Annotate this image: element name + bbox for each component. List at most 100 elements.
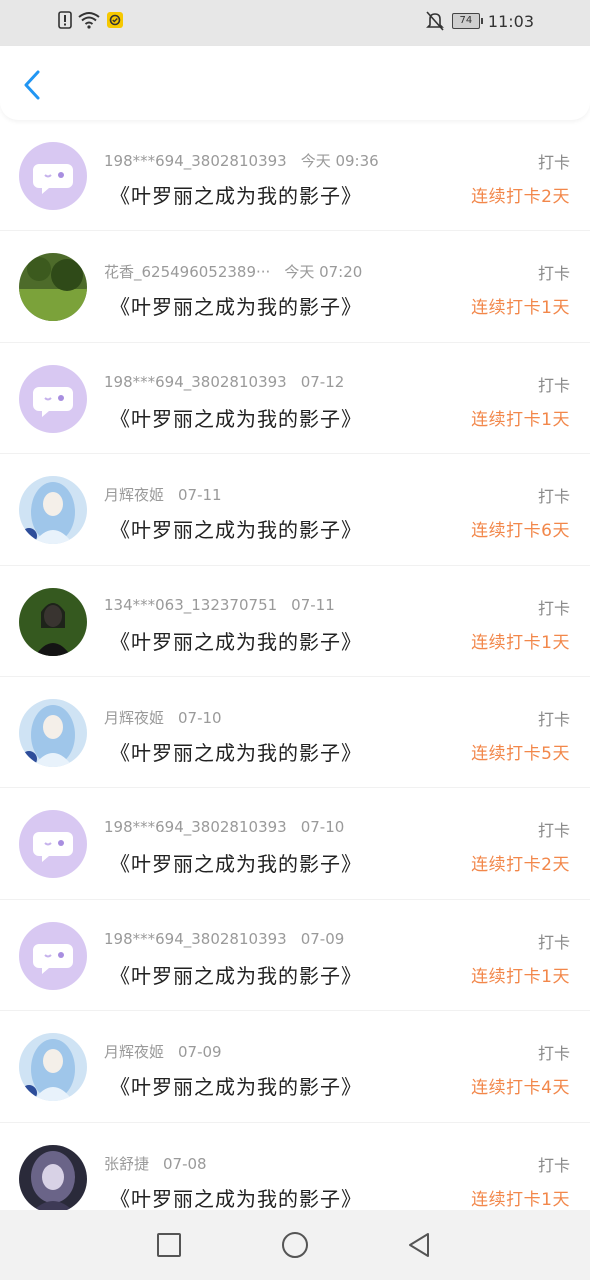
book-title: 《叶罗丽之成为我的影子》 xyxy=(110,184,362,208)
user-name: 花香_625496052389··· xyxy=(104,263,271,282)
user-name: 月辉夜姬 xyxy=(104,1043,165,1062)
avatar[interactable] xyxy=(19,476,87,545)
alert-icon xyxy=(58,11,72,29)
avatar[interactable] xyxy=(19,253,87,322)
checkin-list: 198***694_3802810393 今天 09:36 《叶罗丽之成为我的影子》… xyxy=(0,120,590,1234)
checkin-tag: 打卡 xyxy=(537,709,570,729)
list-item[interactable]: 134***063_132370751 07-11 《叶罗丽之成为我的影子》 打卡连续… xyxy=(0,566,590,677)
item-meta: 月辉夜姬 07-11 xyxy=(104,484,222,505)
app-notification-icon xyxy=(107,12,123,28)
user-name: 月辉夜姬 xyxy=(104,486,165,505)
portrait-photo-avatar xyxy=(19,587,87,656)
streak-label: 连续打卡5天 xyxy=(471,743,570,764)
avatar[interactable] xyxy=(19,142,87,210)
book-title: 《叶罗丽之成为我的影子》 xyxy=(110,629,362,654)
checkin-tag: 打卡 xyxy=(537,1155,570,1175)
post-time: 07-10 xyxy=(178,708,222,727)
user-name: 134***063_132370751 xyxy=(104,595,278,614)
post-time: 今天 07:20 xyxy=(284,263,363,282)
checkin-tag: 打卡 xyxy=(537,264,570,284)
book-title: 《叶罗丽之成为我的影子》 xyxy=(110,518,362,543)
checkin-tag: 打卡 xyxy=(537,153,570,172)
streak-label: 连续打卡1天 xyxy=(471,966,570,987)
back-triangle-icon[interactable] xyxy=(404,1230,434,1260)
avatar[interactable] xyxy=(19,1033,87,1102)
item-meta: 月辉夜姬 07-10 xyxy=(104,707,222,728)
streak-label: 连续打卡4天 xyxy=(471,1078,570,1099)
streak-label: 连续打卡1天 xyxy=(471,1189,570,1210)
user-name: 198***694_3802810393 xyxy=(104,929,287,948)
header-bar xyxy=(0,46,590,120)
list-item[interactable]: 月辉夜姬 07-10 《叶罗丽之成为我的影子》 打卡连续打卡5天 xyxy=(0,677,590,789)
post-time: 07-10 xyxy=(300,818,345,837)
recent-apps-icon[interactable] xyxy=(154,1230,184,1260)
status-right-icons: 74 11:03 xyxy=(425,11,534,31)
book-title: 《叶罗丽之成为我的影子》 xyxy=(110,963,362,988)
checkin-tag: 打卡 xyxy=(537,375,570,395)
list-item[interactable]: 花香_625496052389··· 今天 07:20 《叶罗丽之成为我的影子》 打卡… xyxy=(0,231,590,343)
avatar[interactable] xyxy=(19,921,87,990)
avatar[interactable] xyxy=(19,698,87,767)
post-time: 07-11 xyxy=(178,486,222,505)
streak-label: 连续打卡2天 xyxy=(471,855,570,876)
avatar[interactable] xyxy=(19,810,87,879)
post-time: 07-09 xyxy=(178,1043,222,1062)
chat-bubble-avatar xyxy=(19,364,87,433)
item-meta: 198***694_3802810393 07-09 xyxy=(104,930,344,948)
book-title: 《叶罗丽之成为我的影子》 xyxy=(110,1186,362,1211)
wifi-icon xyxy=(78,12,100,29)
user-name: 198***694_3802810393 xyxy=(104,818,287,837)
user-name: 月辉夜姬 xyxy=(104,708,165,727)
anime-girl-avatar xyxy=(19,1033,87,1102)
bell-off-icon xyxy=(425,11,444,31)
avatar[interactable] xyxy=(19,587,87,656)
checkin-tag: 打卡 xyxy=(537,932,570,952)
post-time: 07-09 xyxy=(300,929,345,948)
checkin-tag: 打卡 xyxy=(537,598,570,618)
dark-anime-avatar xyxy=(19,1144,87,1213)
avatar[interactable] xyxy=(19,1144,87,1213)
system-nav-bar xyxy=(0,1210,590,1280)
post-time: 07-08 xyxy=(163,1154,207,1173)
list-item[interactable]: 198***694_3802810393 07-12 《叶罗丽之成为我的影子》 打卡连… xyxy=(0,343,590,455)
post-time: 今天 09:36 xyxy=(300,152,379,170)
item-meta: 张舒捷 07-08 xyxy=(104,1153,207,1174)
nature-photo-avatar xyxy=(19,253,87,322)
streak-label: 连续打卡1天 xyxy=(471,632,570,653)
item-meta: 198***694_3802810393 07-12 xyxy=(104,373,344,391)
chevron-left-icon[interactable] xyxy=(18,68,48,102)
chat-bubble-avatar xyxy=(19,810,87,879)
list-item[interactable]: 月辉夜姬 07-09 《叶罗丽之成为我的影子》 打卡 连续打卡4天 xyxy=(0,1011,590,1123)
anime-girl-avatar xyxy=(19,698,87,767)
list-item[interactable]: 月辉夜姬 07-11 《叶罗丽之成为我的影子》 打卡连续打卡6天 xyxy=(0,454,590,566)
user-name: 198***694_3802810393 xyxy=(104,152,287,170)
user-name: 198***694_3802810393 xyxy=(104,372,287,391)
post-time: 07-11 xyxy=(291,595,335,614)
home-icon[interactable] xyxy=(280,1230,310,1260)
item-meta: 198***694_3802810393 07-10 xyxy=(104,818,344,836)
book-title: 《叶罗丽之成为我的影子》 xyxy=(110,406,362,431)
book-title: 《叶罗丽之成为我的影子》 xyxy=(110,295,362,320)
anime-girl-avatar xyxy=(19,476,87,545)
list-item[interactable]: 198***694_3802810393 07-10 《叶罗丽之成为我的影子》 打卡连… xyxy=(0,788,590,900)
streak-label: 连续打卡6天 xyxy=(471,521,570,542)
book-title: 《叶罗丽之成为我的影子》 xyxy=(110,852,362,877)
book-title: 《叶罗丽之成为我的影子》 xyxy=(110,740,362,765)
status-left-icons xyxy=(58,11,124,29)
list-item[interactable]: 198***694_3802810393 今天 09:36 《叶罗丽之成为我的影子》… xyxy=(0,120,590,232)
streak-label: 连续打卡2天 xyxy=(471,187,570,207)
item-meta: 花香_625496052389··· 今天 07:20 xyxy=(104,261,362,282)
checkin-tag: 打卡 xyxy=(537,821,570,841)
streak-label: 连续打卡1天 xyxy=(471,298,570,319)
avatar[interactable] xyxy=(19,364,87,433)
item-meta: 月辉夜姬 07-09 xyxy=(104,1041,222,1062)
item-meta: 134***063_132370751 07-11 xyxy=(104,596,335,614)
item-meta: 198***694_3802810393 今天 09:36 xyxy=(104,150,379,171)
list-item[interactable]: 198***694_3802810393 07-09 《叶罗丽之成为我的影子》 打卡连… xyxy=(0,900,590,1012)
user-name: 张舒捷 xyxy=(104,1154,150,1173)
book-title: 《叶罗丽之成为我的影子》 xyxy=(110,1075,362,1100)
chat-bubble-avatar xyxy=(19,142,87,210)
checkin-tag: 打卡 xyxy=(537,487,570,507)
streak-label: 连续打卡1天 xyxy=(471,409,570,430)
post-time: 07-12 xyxy=(300,372,345,391)
